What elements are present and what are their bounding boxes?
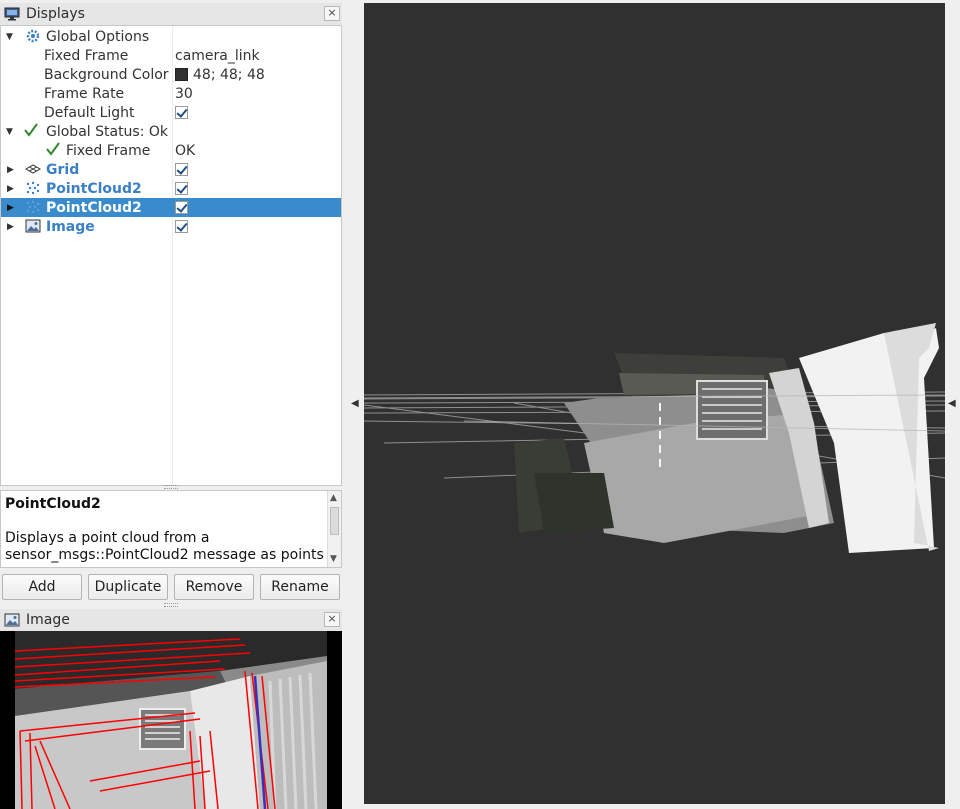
checkmark-icon <box>23 122 39 138</box>
tree-label: Background Color <box>44 66 169 83</box>
scroll-down-arrow-icon[interactable]: ▼ <box>330 554 337 564</box>
tree-label: Global Options <box>46 28 150 45</box>
displays-close-button[interactable]: × <box>324 6 340 21</box>
collapse-right-arrow-icon[interactable]: ◀ <box>948 398 956 409</box>
scroll-up-arrow-icon[interactable]: ▲ <box>330 493 337 503</box>
image-icon <box>25 218 41 234</box>
pointcloud2-enabled-checkbox[interactable] <box>175 182 188 195</box>
image-panel-title: Image <box>26 612 70 628</box>
collapsed-arrow-icon[interactable]: ▶ <box>7 222 17 232</box>
tree-row-frame-rate[interactable]: Frame Rate 30 <box>1 84 341 103</box>
rename-button[interactable]: Rename <box>260 574 340 600</box>
checkmark-icon <box>45 141 61 157</box>
fixed-frame-value[interactable]: camera_link <box>175 48 260 64</box>
tree-label: PointCloud2 <box>46 180 142 197</box>
image-icon <box>4 612 20 628</box>
pointcloud2-enabled-checkbox[interactable] <box>175 201 188 214</box>
displays-tree[interactable]: ▼ Global Options Fixed Frame camera_link… <box>0 25 342 486</box>
description-panel: PointCloud2 Displays a point cloud from … <box>0 490 342 568</box>
tree-label: Global Status: Ok <box>46 123 169 140</box>
displays-panel-title: Displays <box>26 6 85 22</box>
expanded-arrow-icon[interactable]: ▼ <box>6 32 16 42</box>
point-cloud-icon <box>25 199 41 215</box>
description-scrollbar[interactable]: ▲ ▼ <box>327 491 341 567</box>
collapsed-arrow-icon[interactable]: ▶ <box>7 203 17 213</box>
tree-row-grid[interactable]: ▶ Grid <box>1 160 341 179</box>
default-light-checkbox[interactable] <box>175 106 188 119</box>
gear-icon <box>25 28 41 44</box>
point-cloud-icon <box>25 180 41 196</box>
status-value: OK <box>175 142 196 159</box>
tree-row-global-options[interactable]: ▼ Global Options <box>1 27 341 46</box>
tree-row-fixed-frame[interactable]: Fixed Frame camera_link <box>1 46 341 65</box>
grid-icon <box>24 161 42 177</box>
tree-row-global-status[interactable]: ▼ Global Status: Ok <box>1 122 341 141</box>
expanded-arrow-icon[interactable]: ▼ <box>6 127 16 137</box>
tree-label: Image <box>46 218 95 235</box>
frame-rate-value[interactable]: 30 <box>175 86 193 102</box>
collapsed-arrow-icon[interactable]: ▶ <box>7 184 17 194</box>
background-color-value[interactable]: 48; 48; 48 <box>175 67 265 83</box>
3d-render-view[interactable] <box>364 3 945 804</box>
image-panel-title-bar: Image × <box>0 609 342 631</box>
tree-row-status-fixed-frame[interactable]: Fixed Frame OK <box>1 141 341 160</box>
tree-label: Fixed Frame <box>44 47 129 64</box>
tree-row-pointcloud2-selected[interactable]: ▶ PointCloud2 <box>1 198 341 217</box>
image-enabled-checkbox[interactable] <box>175 220 188 233</box>
splitter-handle[interactable] <box>164 603 178 607</box>
collapsed-arrow-icon[interactable]: ▶ <box>7 165 17 175</box>
tree-label: Default Light <box>44 104 135 121</box>
monitor-icon <box>4 6 20 22</box>
tree-row-background-color[interactable]: Background Color 48; 48; 48 <box>1 65 341 84</box>
splitter-handle[interactable] <box>164 485 178 489</box>
duplicate-button[interactable]: Duplicate <box>88 574 168 600</box>
grid-enabled-checkbox[interactable] <box>175 163 188 176</box>
description-title: PointCloud2 <box>5 496 101 512</box>
color-swatch[interactable] <box>175 68 188 81</box>
camera-image-view[interactable] <box>0 631 342 809</box>
image-close-button[interactable]: × <box>324 612 340 627</box>
description-text: Displays a point cloud from a sensor_msg… <box>5 530 324 563</box>
scrollbar-thumb[interactable] <box>330 507 339 535</box>
tree-label: Frame Rate <box>44 85 125 102</box>
collapse-left-arrow-icon[interactable]: ◀ <box>351 398 359 409</box>
tree-row-pointcloud2[interactable]: ▶ PointCloud2 <box>1 179 341 198</box>
tree-row-default-light[interactable]: Default Light <box>1 103 341 122</box>
tree-label: Fixed Frame <box>66 142 151 159</box>
background-color-text: 48; 48; 48 <box>193 66 265 83</box>
remove-button[interactable]: Remove <box>174 574 254 600</box>
tree-row-image[interactable]: ▶ Image <box>1 217 341 236</box>
tree-label: PointCloud2 <box>46 199 142 216</box>
add-button[interactable]: Add <box>2 574 82 600</box>
tree-label: Grid <box>46 161 80 178</box>
displays-panel-title-bar: Displays × <box>0 3 342 25</box>
